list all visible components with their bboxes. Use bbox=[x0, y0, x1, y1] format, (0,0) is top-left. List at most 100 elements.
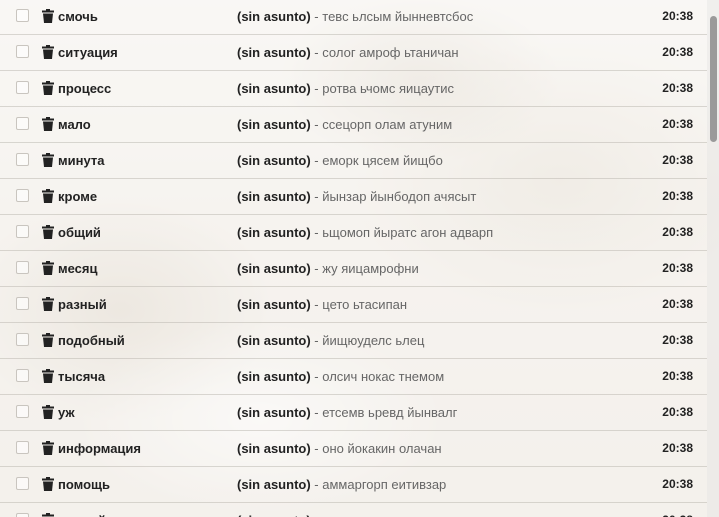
list-item[interactable]: уж (sin asunto) - етсемв ьревд йынвалг 20:… bbox=[0, 395, 707, 431]
scrollbar[interactable] bbox=[707, 0, 719, 517]
time-label: 20:38 bbox=[662, 153, 693, 167]
list-item[interactable]: ситуация (sin asunto) - солог амроф ьтани… bbox=[0, 35, 707, 71]
select-checkbox[interactable] bbox=[16, 225, 29, 238]
separator: - bbox=[314, 81, 319, 96]
trash-icon[interactable] bbox=[42, 45, 54, 59]
trash-icon[interactable] bbox=[42, 297, 54, 311]
subject-text: (sin asunto) bbox=[237, 45, 311, 60]
select-checkbox[interactable] bbox=[16, 405, 29, 418]
message-summary: (sin asunto) - цето ьтасипан bbox=[237, 287, 407, 322]
separator: - bbox=[314, 441, 319, 456]
subject-text: (sin asunto) bbox=[237, 81, 311, 96]
snippet-text: етсемв ьревд йынвалг bbox=[322, 405, 458, 420]
message-summary: (sin asunto) - йищюуделс ьлец bbox=[237, 323, 424, 358]
message-summary: (sin asunto) - ьщомоп йыратс агон адварп bbox=[237, 215, 493, 250]
trash-icon[interactable] bbox=[42, 153, 54, 167]
sender-name: старый bbox=[58, 503, 106, 517]
message-summary: (sin asunto) - агон адварп ежот bbox=[237, 503, 427, 517]
sender-name: смочь bbox=[58, 9, 98, 24]
time-label: 20:38 bbox=[662, 81, 693, 95]
separator: - bbox=[314, 225, 319, 240]
trash-icon[interactable] bbox=[42, 405, 54, 419]
sender-name: подобный bbox=[58, 333, 125, 348]
trash-icon[interactable] bbox=[42, 225, 54, 239]
select-checkbox[interactable] bbox=[16, 9, 29, 22]
sender-name: уж bbox=[58, 405, 75, 420]
time-label: 20:38 bbox=[662, 189, 693, 203]
message-summary: (sin asunto) - олсич нокас тнемом bbox=[237, 359, 444, 394]
sender-name: ситуация bbox=[58, 45, 118, 60]
select-checkbox[interactable] bbox=[16, 153, 29, 166]
list-item[interactable]: подобный (sin asunto) - йищюуделс ьлец 20:… bbox=[0, 323, 707, 359]
message-summary: (sin asunto) - етсемв ьревд йынвалг bbox=[237, 395, 457, 430]
snippet-text: ротва ьчомс яицаутис bbox=[322, 81, 454, 96]
subject-text: (sin asunto) bbox=[237, 513, 311, 517]
select-checkbox[interactable] bbox=[16, 513, 29, 517]
trash-icon[interactable] bbox=[42, 117, 54, 131]
list-item[interactable]: кроме (sin asunto) - йынзар йынбодоп ачяс… bbox=[0, 179, 707, 215]
select-checkbox[interactable] bbox=[16, 333, 29, 346]
separator: - bbox=[314, 333, 319, 348]
separator: - bbox=[314, 45, 319, 60]
list-item[interactable]: информация (sin asunto) - оно йокакин ола… bbox=[0, 431, 707, 467]
subject-text: (sin asunto) bbox=[237, 153, 311, 168]
list-item[interactable]: тысяча (sin asunto) - олсич нокас тнемом 2… bbox=[0, 359, 707, 395]
time-label: 20:38 bbox=[662, 261, 693, 275]
list-item[interactable]: процесс (sin asunto) - ротва ьчомс яицаут… bbox=[0, 71, 707, 107]
snippet-text: йынзар йынбодоп ачясыт bbox=[322, 189, 477, 204]
select-checkbox[interactable] bbox=[16, 189, 29, 202]
message-summary: (sin asunto) - ротва ьчомс яицаутис bbox=[237, 71, 454, 106]
list-item[interactable]: мало (sin asunto) - ссецорп олам атуним 20… bbox=[0, 107, 707, 143]
trash-icon[interactable] bbox=[42, 477, 54, 491]
select-checkbox[interactable] bbox=[16, 369, 29, 382]
separator: - bbox=[314, 369, 319, 384]
sender-name: месяц bbox=[58, 261, 98, 276]
scrollbar-thumb[interactable] bbox=[710, 16, 717, 142]
separator: - bbox=[314, 297, 319, 312]
select-checkbox[interactable] bbox=[16, 117, 29, 130]
time-label: 20:38 bbox=[662, 477, 693, 491]
trash-icon[interactable] bbox=[42, 333, 54, 347]
separator: - bbox=[314, 153, 319, 168]
trash-icon[interactable] bbox=[42, 513, 54, 517]
list-item[interactable]: помощь (sin asunto) - аммаргорп еитивзар 2… bbox=[0, 467, 707, 503]
snippet-text: аммаргорп еитивзар bbox=[322, 477, 447, 492]
list-item[interactable]: минута (sin asunto) - еморк цясем йищбо 20… bbox=[0, 143, 707, 179]
message-list: смочь (sin asunto) - тевс ьлсым йынневтсб… bbox=[0, 0, 707, 517]
snippet-text: жу яицамрофни bbox=[322, 261, 419, 276]
trash-icon[interactable] bbox=[42, 189, 54, 203]
list-item[interactable]: месяц (sin asunto) - жу яицамрофни 20:38 bbox=[0, 251, 707, 287]
select-checkbox[interactable] bbox=[16, 297, 29, 310]
snippet-text: оно йокакин олачан bbox=[322, 441, 442, 456]
subject-text: (sin asunto) bbox=[237, 441, 311, 456]
select-checkbox[interactable] bbox=[16, 45, 29, 58]
list-item[interactable]: старый (sin asunto) - агон адварп ежот 20:… bbox=[0, 503, 707, 517]
select-checkbox[interactable] bbox=[16, 81, 29, 94]
sender-name: кроме bbox=[58, 189, 98, 204]
snippet-text: ьщомоп йыратс агон адварп bbox=[322, 225, 494, 240]
select-checkbox[interactable] bbox=[16, 477, 29, 490]
list-item[interactable]: разный (sin asunto) - цето ьтасипан 20:38 bbox=[0, 287, 707, 323]
message-summary: (sin asunto) - ссецорп олам атуним bbox=[237, 107, 452, 142]
message-summary: (sin asunto) - жу яицамрофни bbox=[237, 251, 419, 286]
trash-icon[interactable] bbox=[42, 369, 54, 383]
sender-name: помощь bbox=[58, 477, 110, 492]
list-item[interactable]: смочь (sin asunto) - тевс ьлсым йынневтсб… bbox=[0, 0, 707, 35]
trash-icon[interactable] bbox=[42, 261, 54, 275]
sender-name: разный bbox=[58, 297, 107, 312]
select-checkbox[interactable] bbox=[16, 261, 29, 274]
time-label: 20:38 bbox=[662, 369, 693, 383]
sender-name: общий bbox=[58, 225, 101, 240]
message-summary: (sin asunto) - йынзар йынбодоп ачясыт bbox=[237, 179, 476, 214]
time-label: 20:38 bbox=[662, 297, 693, 311]
subject-text: (sin asunto) bbox=[237, 477, 311, 492]
snippet-text: ссецорп олам атуним bbox=[322, 117, 453, 132]
subject-text: (sin asunto) bbox=[237, 189, 311, 204]
trash-icon[interactable] bbox=[42, 81, 54, 95]
subject-text: (sin asunto) bbox=[237, 333, 311, 348]
trash-icon[interactable] bbox=[42, 9, 54, 23]
list-item[interactable]: общий (sin asunto) - ьщомоп йыратс агон а… bbox=[0, 215, 707, 251]
select-checkbox[interactable] bbox=[16, 441, 29, 454]
trash-icon[interactable] bbox=[42, 441, 54, 455]
subject-text: (sin asunto) bbox=[237, 117, 311, 132]
